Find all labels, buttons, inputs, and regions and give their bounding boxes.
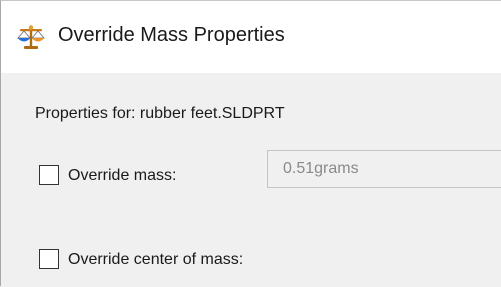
override-center-of-mass-checkbox[interactable] bbox=[39, 249, 59, 269]
dialog-content: Properties for: rubber feet.SLDPRT Overr… bbox=[1, 73, 501, 287]
dialog-title: Override Mass Properties bbox=[58, 24, 285, 46]
mass-properties-scale-icon bbox=[17, 25, 45, 49]
override-center-of-mass-label[interactable]: Override center of mass: bbox=[68, 251, 243, 269]
properties-for-label: Properties for: rubber feet.SLDPRT bbox=[35, 105, 285, 122]
override-mass-label[interactable]: Override mass: bbox=[68, 167, 176, 185]
dialog-title-bar: Override Mass Properties bbox=[1, 1, 501, 73]
override-mass-checkbox[interactable] bbox=[39, 165, 59, 185]
override-mass-properties-dialog: Override Mass Properties Properties for:… bbox=[0, 0, 501, 287]
mass-value-input bbox=[267, 150, 501, 188]
